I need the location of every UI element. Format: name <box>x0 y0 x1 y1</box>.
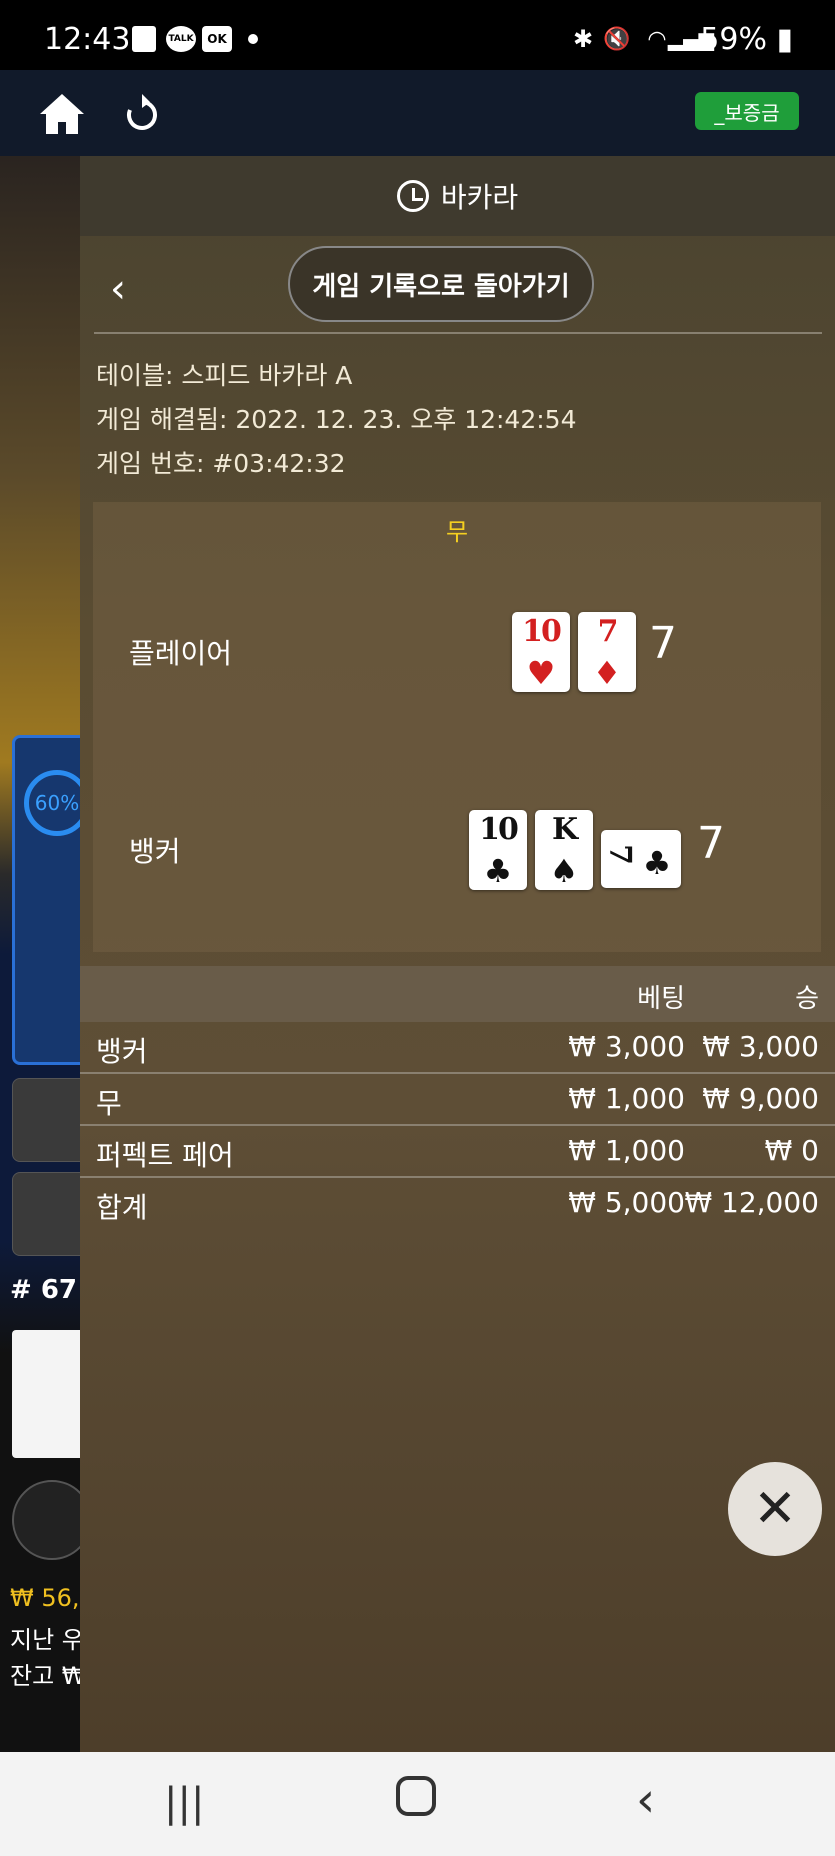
panel-header: 바카라 <box>80 156 835 236</box>
gallery-icon <box>132 26 156 52</box>
bet-name: 뱅커 <box>96 1035 148 1068</box>
player-label: 플레이어 <box>129 637 233 670</box>
home-icon[interactable] <box>38 92 86 136</box>
app-bar: _보증금 <box>0 70 835 156</box>
bluetooth-icon: ✱ <box>572 25 594 53</box>
notification-dot-icon <box>248 34 258 44</box>
win-amount: ₩ 3,000 <box>702 1030 819 1063</box>
status-bar: 12:43 TALK OK ✱ 🔇 ◠ ▂▄▆ 59% ▮ <box>0 0 835 70</box>
ok-icon: OK <box>202 26 232 52</box>
back-nav-icon[interactable]: ‹ <box>636 1772 655 1828</box>
bet-amount: ₩ 1,000 <box>568 1134 685 1167</box>
divider <box>94 332 822 334</box>
banker-card-2: K ♠ <box>535 810 593 890</box>
close-button[interactable]: ✕ <box>728 1462 822 1556</box>
bet-amount: ₩ 1,000 <box>568 1082 685 1115</box>
battery-level: 59% ▮ <box>700 22 793 57</box>
back-to-history-button[interactable]: 게임 기록으로 돌아가기 <box>288 246 594 322</box>
total-row: 합계 ₩ 5,000 ₩ 12,000 <box>80 1178 835 1230</box>
game-number: 게임 번호: #03:42:32 <box>96 449 346 478</box>
table-name: 테이블: 스피드 바카라 A <box>96 361 353 390</box>
banker-score: 7 <box>697 818 725 869</box>
refresh-icon[interactable] <box>124 94 160 134</box>
result-box: 무 플레이어 10 ♥ 7 ♦ 7 뱅커 10 ♣ K ♠ 7 ♣ 7 <box>93 502 821 952</box>
win-column-header: 승 <box>795 984 819 1014</box>
round-number: # 67 <box>10 1275 78 1305</box>
close-icon: ✕ <box>753 1479 797 1539</box>
banker-card-1: 10 ♣ <box>469 810 527 890</box>
table-row: 퍼펙트 페어 ₩ 1,000 ₩ 0 <box>80 1126 835 1178</box>
total-bet: ₩ 5,000 <box>568 1186 685 1219</box>
home-nav-icon[interactable] <box>396 1776 436 1816</box>
bets-table-header: 베팅 승 <box>80 966 835 1022</box>
recent-apps-icon[interactable]: ||| <box>164 1780 204 1826</box>
player-score: 7 <box>649 618 677 669</box>
bet-column-header: 베팅 <box>637 984 685 1014</box>
banker-card-3: 7 ♣ <box>601 830 681 888</box>
history-icon <box>396 180 429 212</box>
bet-name: 무 <box>96 1087 122 1120</box>
table-row: 무 ₩ 1,000 ₩ 9,000 <box>80 1074 835 1126</box>
player-card-2: 7 ♦ <box>578 612 636 692</box>
total-label: 합계 <box>96 1191 148 1224</box>
banker-label: 뱅커 <box>129 835 181 868</box>
bet-amount: ₩ 3,000 <box>568 1030 685 1063</box>
history-panel: 바카라 ‹ 게임 기록으로 돌아가기 테이블: 스피드 바카라 A 게임 해결됨… <box>80 156 835 1752</box>
mute-icon: 🔇 <box>603 26 631 52</box>
system-nav-bar: ||| ‹ <box>0 1752 835 1856</box>
talk-icon: TALK <box>166 26 196 52</box>
resolved-time: 게임 해결됨: 2022. 12. 23. 오후 12:42:54 <box>96 405 577 434</box>
panel-title: 바카라 <box>440 181 519 214</box>
total-win: ₩ 12,000 <box>684 1186 819 1219</box>
clock: 12:43 <box>44 22 131 57</box>
player-card-1: 10 ♥ <box>512 612 570 692</box>
bet-name: 퍼펙트 페어 <box>96 1139 234 1172</box>
table-row: 뱅커 ₩ 3,000 ₩ 3,000 <box>80 1022 835 1074</box>
win-amount: ₩ 0 <box>764 1134 819 1167</box>
back-chevron-icon[interactable]: ‹ <box>110 266 126 312</box>
win-amount: ₩ 9,000 <box>702 1082 819 1115</box>
deposit-button[interactable]: _보증금 <box>695 92 799 130</box>
result-label: 무 <box>445 518 469 546</box>
